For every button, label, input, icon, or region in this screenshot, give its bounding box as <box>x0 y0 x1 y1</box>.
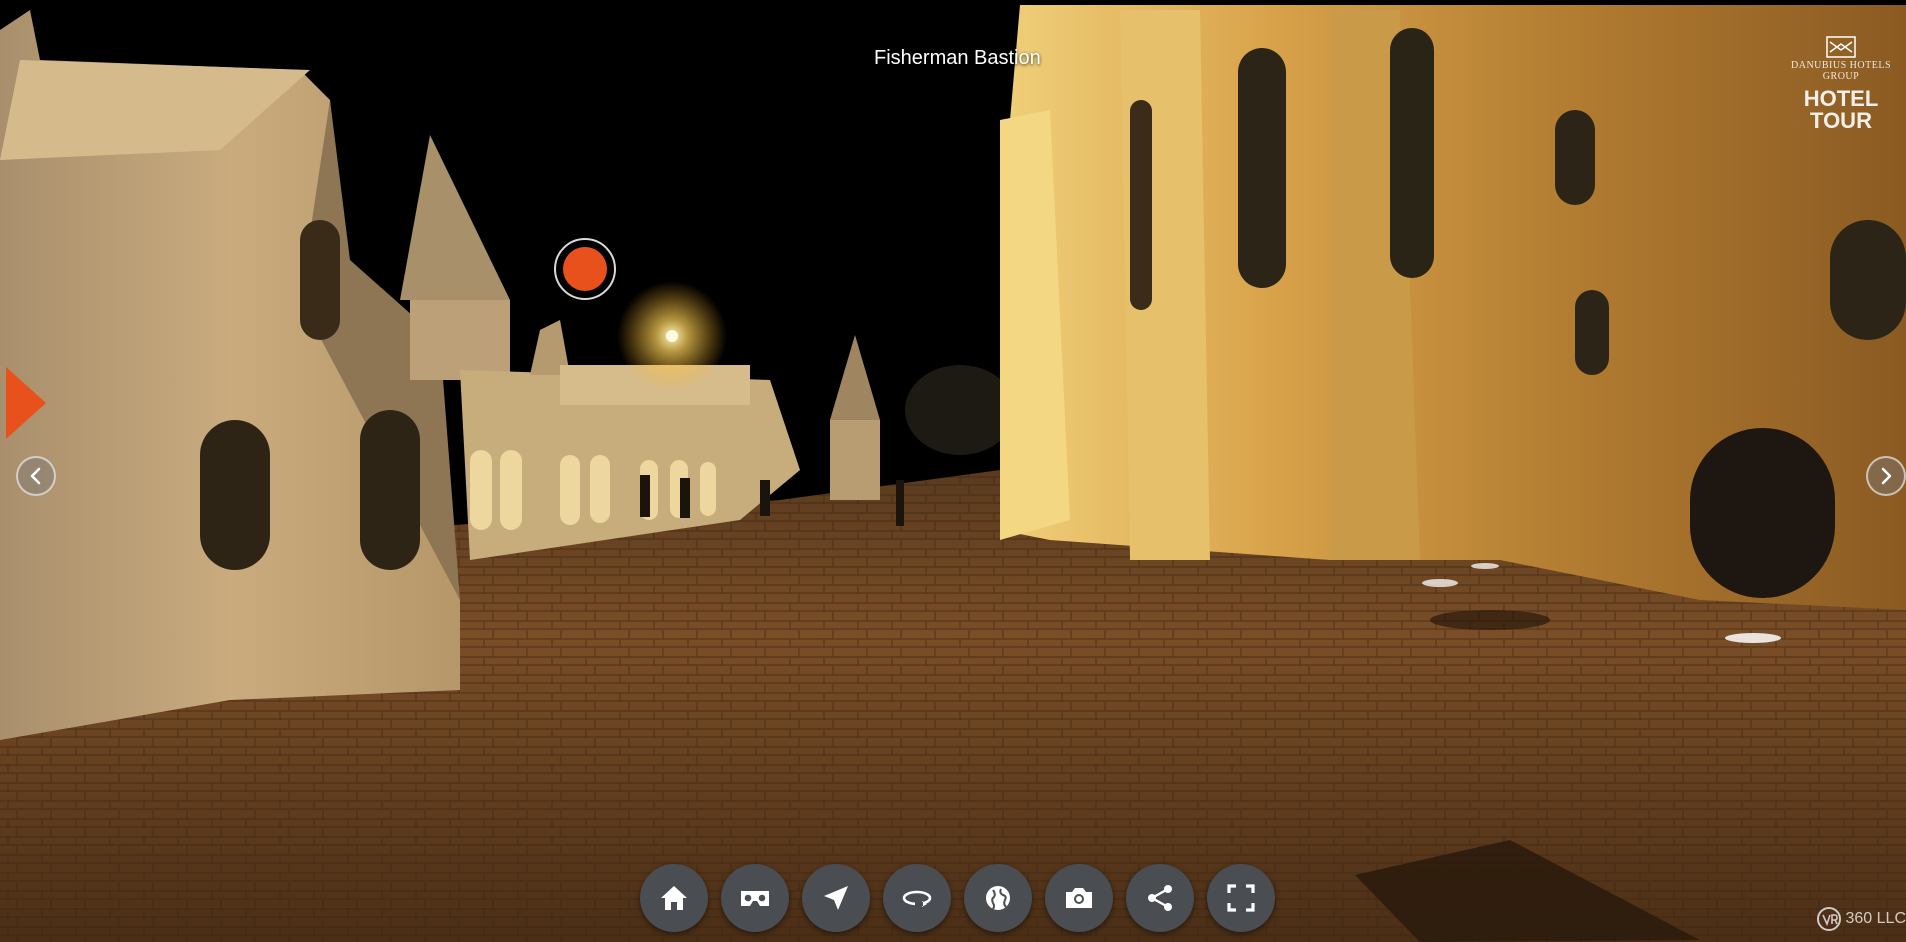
camera-icon <box>1066 888 1092 908</box>
vr-headset-icon <box>741 891 769 906</box>
fullscreen-icon <box>1227 884 1255 912</box>
brand-group-line2: GROUP <box>1822 71 1860 82</box>
snapshot-button[interactable] <box>1045 864 1113 932</box>
navigate-button[interactable] <box>802 864 870 932</box>
danubius-logo-icon <box>1826 36 1856 58</box>
next-scene-button[interactable] <box>1866 456 1906 496</box>
chevron-right-icon <box>1881 467 1892 485</box>
hotspot-marker-icon <box>563 247 607 291</box>
share-icon <box>1148 885 1172 911</box>
fullscreen-button[interactable] <box>1207 864 1275 932</box>
navigation-arrow-icon <box>824 886 848 910</box>
panorama-viewer[interactable]: Fisherman Bastion DANUBIUS HOTELS GROUP … <box>0 0 1906 942</box>
brand-logo[interactable]: DANUBIUS HOTELS GROUP HOTEL TOUR <box>1778 36 1904 136</box>
previous-scene-button[interactable] <box>16 456 56 496</box>
brand-group-line1: DANUBIUS HOTELS <box>1791 60 1891 71</box>
church-doorway <box>1690 428 1835 598</box>
home-icon <box>661 886 687 910</box>
autorotate-button[interactable] <box>883 864 951 932</box>
stained-window <box>1390 28 1434 278</box>
hotspot-marker[interactable] <box>554 238 616 300</box>
panorama-image[interactable] <box>0 0 1906 942</box>
rotate-icon <box>902 890 932 907</box>
chevron-left-icon <box>30 467 41 485</box>
scene-title: Fisherman Bastion <box>874 47 1041 69</box>
credit-label: 360 LLC <box>1845 910 1906 927</box>
window <box>300 220 340 340</box>
arch <box>360 410 420 570</box>
share-button[interactable] <box>1126 864 1194 932</box>
home-button[interactable] <box>640 864 708 932</box>
vr360-logo-icon <box>1816 907 1841 931</box>
brand-product: HOTEL TOUR <box>1803 86 1879 133</box>
control-toolbar <box>640 864 1275 932</box>
globe-icon <box>986 886 1010 910</box>
credit-watermark[interactable]: 360 LLC <box>1816 906 1906 932</box>
arch <box>200 420 270 570</box>
map-button[interactable] <box>964 864 1032 932</box>
vr-mode-button[interactable] <box>721 864 789 932</box>
stained-window <box>1238 48 1286 288</box>
side-panel-toggle[interactable] <box>6 367 46 439</box>
